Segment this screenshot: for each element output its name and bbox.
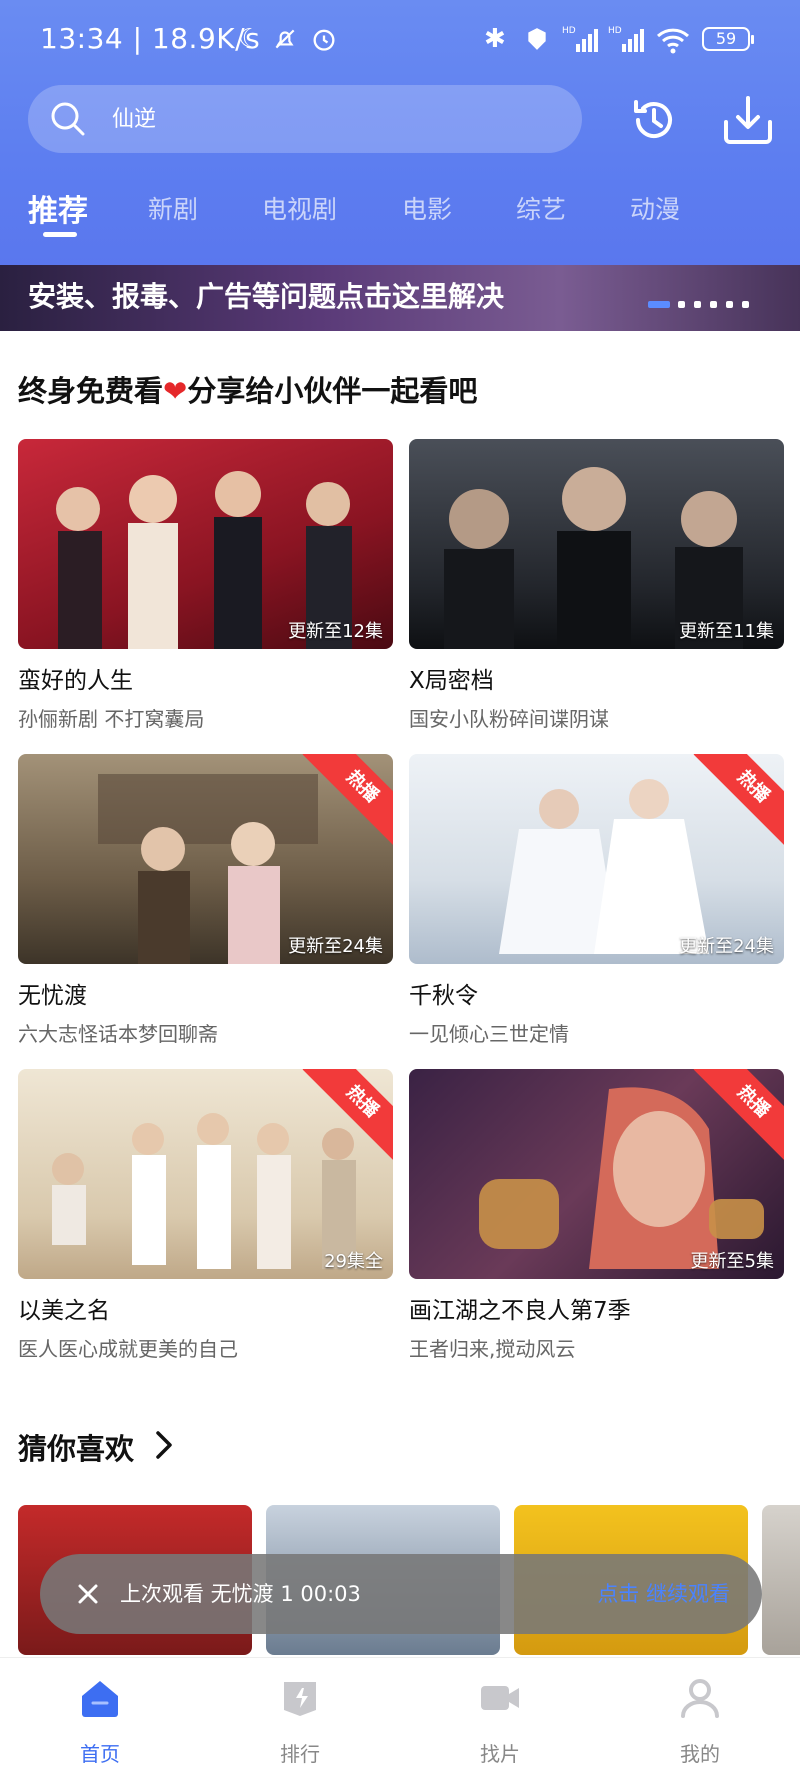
banner-pagination	[648, 301, 758, 311]
video-poster: 更新至11集	[409, 439, 784, 649]
video-icon	[481, 1686, 519, 1710]
banner-dot	[694, 301, 701, 308]
download-icon[interactable]	[720, 92, 776, 148]
nav-mine[interactable]: 我的	[600, 1658, 800, 1778]
resume-text: 上次观看 无忧渡 1 00:03	[120, 1582, 361, 1606]
tab-anime[interactable]: 动漫	[630, 190, 680, 226]
active-tab-indicator	[43, 232, 77, 237]
banner-dot	[710, 301, 717, 308]
ranking-icon	[284, 1682, 316, 1716]
video-card[interactable]: 更新至11集 X局密档 国安小队粉碎间谍阴谋	[409, 439, 784, 732]
help-banner[interactable]: 安装、报毒、广告等问题点击这里解决	[0, 265, 800, 331]
video-card[interactable]: 热播 更新至5集 画江湖之不良人第7季 王者归来,搅动风云	[409, 1069, 784, 1362]
episode-badge: 更新至11集	[679, 621, 774, 642]
episode-badge: 29集全	[324, 1251, 383, 1272]
banner-dot-active	[648, 301, 670, 308]
video-poster: 更新至12集	[18, 439, 393, 649]
tab-movie[interactable]: 电影	[402, 190, 452, 226]
category-tabs: 推荐 新剧 电视剧 电影 综艺 动漫	[0, 180, 800, 240]
bottom-nav: 首页 排行 找片 我的	[0, 1657, 800, 1777]
video-subtitle: 一见倾心三世定情	[409, 1022, 569, 1046]
video-subtitle: 孙俪新剧 不打窝囊局	[18, 707, 205, 731]
nav-home[interactable]: 首页	[0, 1658, 200, 1778]
video-poster: 热播 更新至5集	[409, 1069, 784, 1279]
bell-off-icon	[275, 29, 295, 49]
guess-section-title[interactable]: 猜你喜欢	[18, 1426, 134, 1468]
banner-dot	[678, 301, 685, 308]
header: 13:34 | 18.9K/s ☾ ✱ HD HD 59 推荐 新剧 电视剧 电…	[0, 0, 800, 265]
episode-badge: 更新至5集	[690, 1251, 774, 1272]
video-subtitle: 国安小队粉碎间谍阴谋	[409, 707, 609, 731]
tab-new-series[interactable]: 新剧	[148, 190, 198, 226]
recommend-poster[interactable]	[762, 1505, 800, 1655]
heart-icon: ❤	[163, 374, 188, 408]
wifi-icon	[656, 28, 690, 54]
search-input[interactable]	[112, 103, 532, 135]
signal-2-icon: HD	[608, 26, 644, 52]
video-poster: 热播 29集全	[18, 1069, 393, 1279]
banner-text: 安装、报毒、广告等问题点击这里解决	[28, 280, 505, 313]
video-card[interactable]: 更新至12集 蛮好的人生 孙俪新剧 不打窝囊局	[18, 439, 393, 732]
history-icon[interactable]	[626, 92, 682, 148]
episode-badge: 更新至12集	[288, 621, 383, 642]
banner-dot	[726, 301, 733, 308]
battery-indicator: 59	[702, 27, 754, 51]
video-card[interactable]: 热播 更新至24集 千秋令 一见倾心三世定情	[409, 754, 784, 1047]
svg-text:HD: HD	[608, 26, 622, 36]
alarm-icon	[313, 29, 335, 51]
banner-dot	[742, 301, 749, 308]
moon-icon: ☾	[238, 24, 262, 54]
search-bar[interactable]	[28, 85, 582, 153]
video-subtitle: 六大志怪话本梦回聊斋	[18, 1022, 218, 1046]
svg-text:HD: HD	[562, 26, 576, 36]
video-title: 无忧渡	[18, 983, 87, 1009]
featured-section-title: 终身免费看❤分享给小伙伴一起看吧	[18, 374, 478, 408]
video-title: 以美之名	[18, 1298, 110, 1324]
profile-icon	[681, 1679, 719, 1718]
resume-toast[interactable]: 上次观看 无忧渡 1 00:03 点击 继续观看	[40, 1554, 762, 1634]
tab-recommend[interactable]: 推荐	[28, 186, 88, 230]
video-title: 画江湖之不良人第7季	[409, 1298, 631, 1324]
video-subtitle: 医人医心成就更美的自己	[18, 1337, 238, 1361]
episode-badge: 更新至24集	[288, 936, 383, 957]
home-icon	[82, 1681, 118, 1717]
search-icon	[51, 102, 85, 136]
signal-1-icon: HD	[562, 26, 598, 52]
close-icon[interactable]	[68, 1574, 108, 1614]
tab-tv[interactable]: 电视剧	[262, 190, 337, 226]
nfc-icon	[528, 28, 546, 50]
video-title: X局密档	[409, 668, 494, 694]
bluetooth-icon: ✱	[484, 24, 506, 54]
video-title: 蛮好的人生	[18, 668, 133, 694]
video-subtitle: 王者归来,搅动风云	[409, 1337, 576, 1361]
continue-watching-button[interactable]: 点击 继续观看	[597, 1578, 730, 1608]
tab-variety[interactable]: 综艺	[516, 190, 566, 226]
nav-find[interactable]: 找片	[400, 1658, 600, 1778]
chevron-right-icon[interactable]	[152, 1428, 176, 1462]
nav-ranking[interactable]: 排行	[200, 1658, 400, 1778]
episode-badge: 更新至24集	[679, 936, 774, 957]
video-poster: 热播 更新至24集	[18, 754, 393, 964]
video-card[interactable]: 热播 更新至24集 无忧渡 六大志怪话本梦回聊斋	[18, 754, 393, 1047]
video-title: 千秋令	[409, 983, 478, 1009]
video-card[interactable]: 热播 29集全 以美之名 医人医心成就更美的自己	[18, 1069, 393, 1362]
status-bar: 13:34 | 18.9K/s ☾ ✱ HD HD 59	[0, 0, 800, 78]
video-poster: 热播 更新至24集	[409, 754, 784, 964]
